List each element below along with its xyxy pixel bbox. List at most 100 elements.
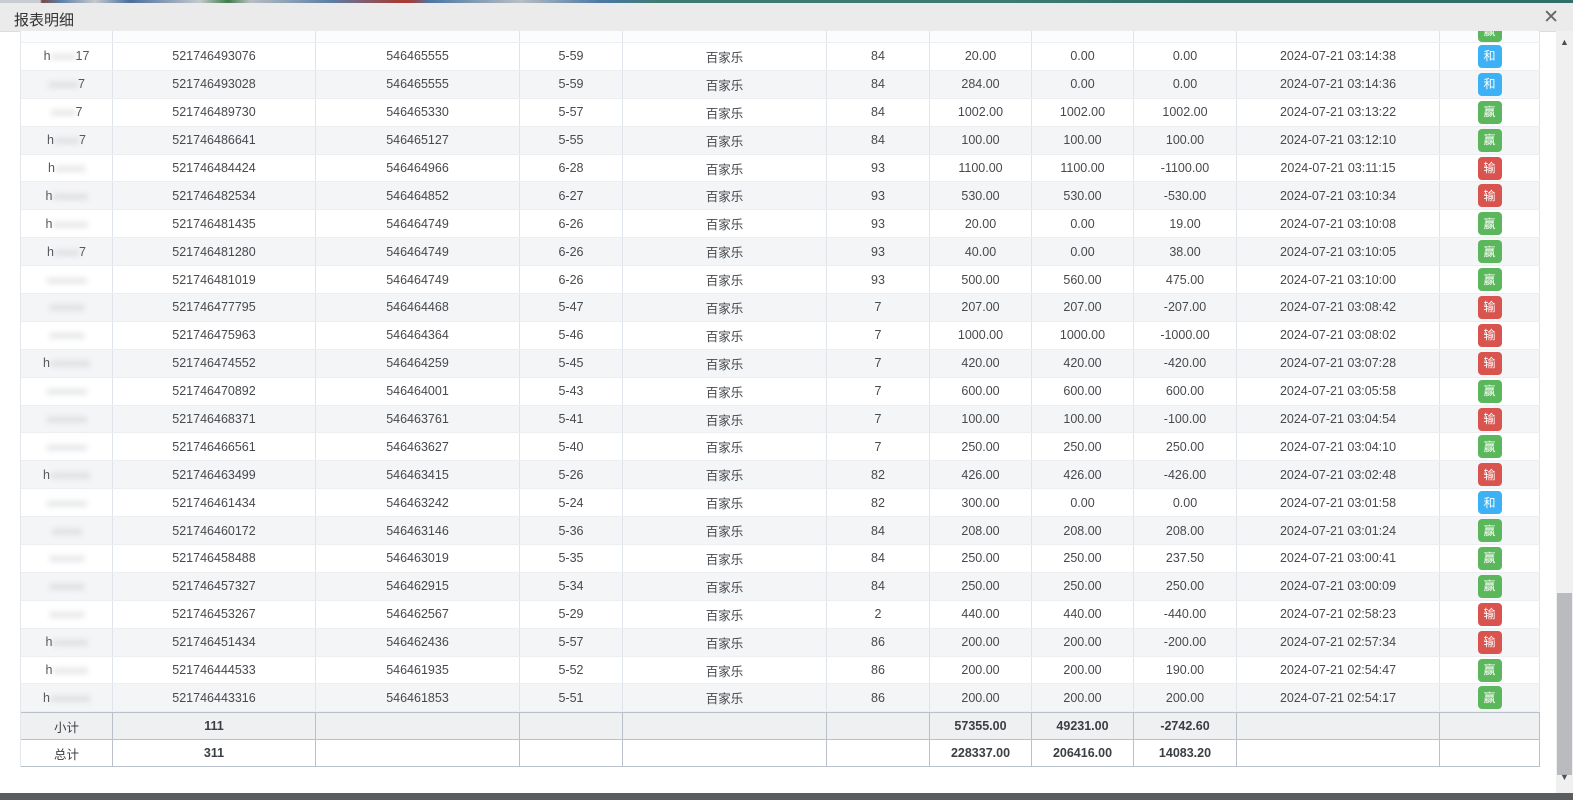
username-redacted: xxxxxxx: [52, 217, 87, 231]
username-prefix: h: [46, 663, 53, 677]
cell-winloss: -200.00: [1134, 629, 1237, 656]
cell-table-no: 7: [827, 322, 930, 349]
grand-total-row: 总计311228337.00206416.0014083.20: [21, 740, 1540, 768]
cell-game: 百家乐: [623, 350, 827, 377]
cell-bet: 284.00: [930, 71, 1032, 98]
cell-username: hxxxxxxx: [21, 629, 113, 656]
cell-valid-bet: 440.00: [1032, 601, 1134, 628]
cell-username: xxxxxxxx: [21, 266, 113, 293]
cell-order-id: 521746493076: [113, 43, 316, 70]
cell-game: 百家乐: [623, 238, 827, 265]
cell-bet: 530.00: [930, 182, 1032, 209]
cell-valid-bet: 0.00: [1032, 43, 1134, 70]
table-row: hxxxxxxx5217464514345464624365-57百家乐8620…: [21, 629, 1540, 657]
cell-bet: 1002.00: [930, 99, 1032, 126]
username-suffix: 17: [76, 49, 90, 63]
cell-table-no: 82: [827, 461, 930, 488]
cell-winloss: 250.00: [1134, 433, 1237, 460]
cell-round: 6-26: [520, 238, 623, 265]
cell-table-no: 84: [827, 517, 930, 544]
cell-bet: 426.00: [930, 461, 1032, 488]
cell-game: 百家乐: [623, 489, 827, 516]
cell-order-id: 521746481435: [113, 210, 316, 237]
cell-username: hxxxxxxxx: [21, 350, 113, 377]
cell-round: 5-35: [520, 545, 623, 572]
username-redacted: xxxxxxxx: [50, 356, 90, 370]
cell-username: hxxxxxxxx: [21, 684, 113, 711]
cell-order-id: 521746474552: [113, 350, 316, 377]
cell-order-id: 521746481280: [113, 238, 316, 265]
cell-username: [21, 31, 113, 42]
subtotal-row-cell-game: [623, 713, 827, 739]
cell-round-id: 546463627: [316, 433, 520, 460]
username-prefix: h: [43, 356, 50, 370]
cell-status: 赢: [1440, 99, 1540, 126]
cell-valid-bet: 250.00: [1032, 433, 1134, 460]
status-badge: 赢: [1478, 686, 1502, 709]
cell-winloss: 0.00: [1134, 43, 1237, 70]
cell-round-id: 546462436: [316, 629, 520, 656]
cell-order-id: 521746457327: [113, 573, 316, 600]
vertical-scrollbar[interactable]: ▲ ▼: [1556, 31, 1573, 793]
cell-valid-bet: 250.00: [1032, 545, 1134, 572]
username-redacted: xxxxxxx: [49, 551, 84, 565]
cell-username: xxxxxxxx: [21, 433, 113, 460]
cell-valid-bet: 208.00: [1032, 517, 1134, 544]
cell-round: 5-41: [520, 406, 623, 433]
cell-time: 2024-07-21 03:10:05: [1237, 238, 1440, 265]
cell-game: 百家乐: [623, 266, 827, 293]
cell-table-no: 2: [827, 601, 930, 628]
cell-order-id: 521746443316: [113, 684, 316, 711]
cell-bet: 600.00: [930, 378, 1032, 405]
cell-table-no: [827, 31, 930, 42]
cell-table-no: 7: [827, 350, 930, 377]
cell-round-id: 546465555: [316, 71, 520, 98]
cell-winloss: 0.00: [1134, 71, 1237, 98]
cell-winloss: -426.00: [1134, 461, 1237, 488]
table-row: hxxxxxxx5217464445335464619355-52百家乐8620…: [21, 657, 1540, 685]
cell-game: 百家乐: [623, 127, 827, 154]
table-row: xxxxxxx5217464532675464625675-29百家乐2440.…: [21, 601, 1540, 629]
username-redacted: xxxxxxxx: [47, 496, 87, 510]
scroll-down-icon[interactable]: ▼: [1556, 768, 1573, 785]
scroll-up-icon[interactable]: ▲: [1556, 33, 1573, 50]
cell-order-id: [113, 31, 316, 42]
cell-time: 2024-07-21 03:11:15: [1237, 155, 1440, 182]
subtotal-row-cell-status: [1440, 713, 1540, 739]
cell-winloss: 475.00: [1134, 266, 1237, 293]
cell-game: 百家乐: [623, 684, 827, 711]
status-badge: 赢: [1478, 240, 1502, 263]
table-row: xxxxxx75217464930285464655555-59百家乐84284…: [21, 71, 1540, 99]
scrollbar-thumb[interactable]: [1557, 593, 1572, 775]
grand-total-row-cell-round: [520, 740, 623, 767]
table-row: xxxxxxxx5217464665615464636275-40百家乐7250…: [21, 433, 1540, 461]
cell-time: 2024-07-21 03:04:10: [1237, 433, 1440, 460]
cell-round-id: 546463242: [316, 489, 520, 516]
cell-bet: 40.00: [930, 238, 1032, 265]
cell-round-id: 546464966: [316, 155, 520, 182]
cell-winloss: 600.00: [1134, 378, 1237, 405]
username-redacted: xxxxxx: [52, 524, 82, 538]
cell-order-id: 521746493028: [113, 71, 316, 98]
cell-time: 2024-07-21 03:08:02: [1237, 322, 1440, 349]
status-badge: 输: [1478, 296, 1502, 319]
cell-game: 百家乐: [623, 294, 827, 321]
cell-time: 2024-07-21 03:00:09: [1237, 573, 1440, 600]
cell-order-id: 521746481019: [113, 266, 316, 293]
cell-winloss: -100.00: [1134, 406, 1237, 433]
cell-valid-bet: 1002.00: [1032, 99, 1134, 126]
subtotal-row: 小计11157355.0049231.00-2742.60: [21, 712, 1540, 740]
grand-total-row-cell-round-id: [316, 740, 520, 767]
username-prefix: h: [46, 217, 53, 231]
close-icon[interactable]: ✕: [1543, 6, 1559, 30]
cell-table-no: 7: [827, 378, 930, 405]
cell-time: 2024-07-21 02:58:23: [1237, 601, 1440, 628]
cell-game: 百家乐: [623, 657, 827, 684]
cell-order-id: 521746444533: [113, 657, 316, 684]
cell-winloss: -1000.00: [1134, 322, 1237, 349]
cell-status: 赢: [1440, 517, 1540, 544]
table-row: xxxxxxx5217464759635464643645-46百家乐71000…: [21, 322, 1540, 350]
cell-username: hxxxxx17: [21, 43, 113, 70]
cell-table-no: 7: [827, 406, 930, 433]
cell-valid-bet: 1000.00: [1032, 322, 1134, 349]
